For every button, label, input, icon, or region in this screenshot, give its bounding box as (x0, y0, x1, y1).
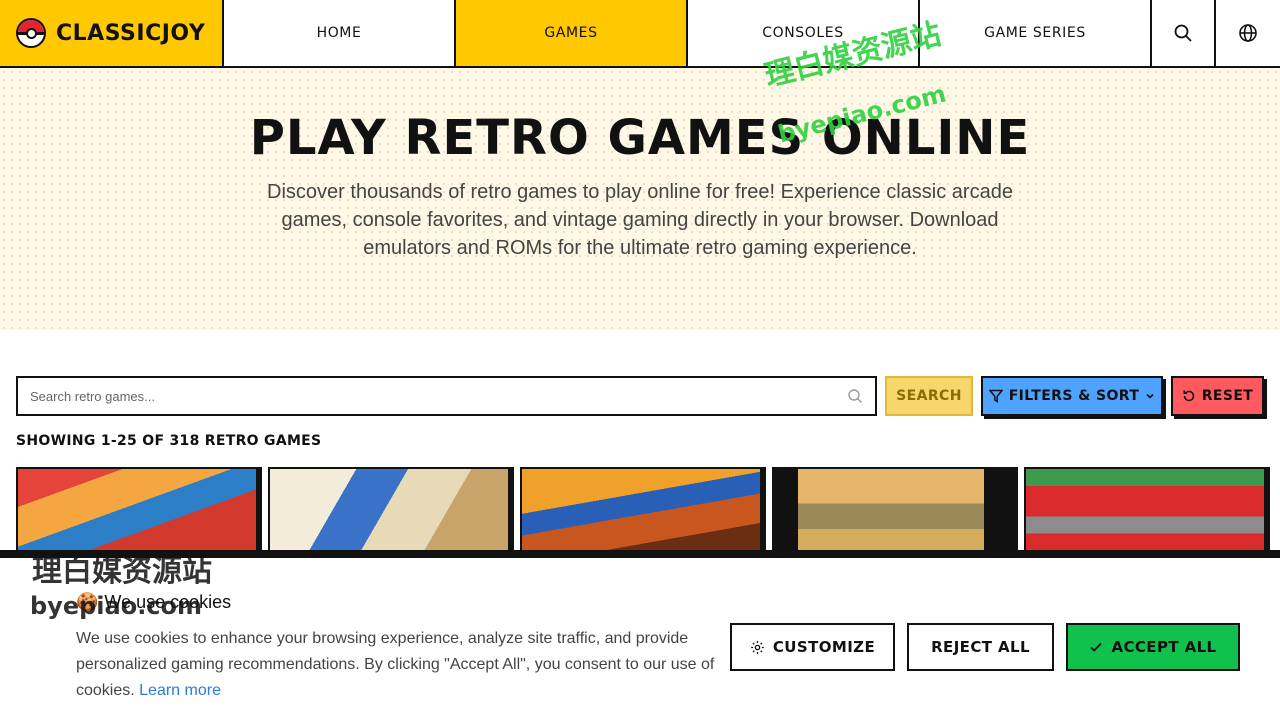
search-button-label: SEARCH (896, 388, 962, 404)
nav-games[interactable]: GAMES (456, 0, 688, 66)
cookie-title: 🍪 We use cookies (76, 592, 231, 613)
hero-section: PLAY RETRO GAMES ONLINE Discover thousan… (0, 68, 1280, 330)
site-logo[interactable]: CLASSICJOY (0, 0, 224, 66)
logo-text: CLASSICJOY (56, 20, 206, 46)
customize-label: CUSTOMIZE (772, 638, 876, 656)
search-icon (1174, 24, 1192, 42)
filter-icon (988, 389, 1003, 403)
reset-icon (1183, 390, 1194, 402)
game-cover-image (1026, 469, 1264, 555)
accept-all-label: ACCEPT ALL (1111, 638, 1217, 656)
filters-sort-label: FILTERS & SORT (1008, 388, 1140, 404)
gear-icon (751, 640, 764, 654)
game-card[interactable] (268, 467, 510, 557)
game-cover-image (270, 469, 508, 555)
reset-label: RESET (1201, 388, 1254, 404)
pokeball-logo-icon (16, 18, 46, 48)
filters-sort-button[interactable]: FILTERS & SORT (981, 376, 1163, 416)
game-card[interactable] (1024, 467, 1266, 557)
results-count: SHOWING 1-25 OF 318 RETRO GAMES (16, 433, 322, 449)
language-button[interactable] (1216, 0, 1280, 66)
cookie-icon: 🍪 (76, 592, 99, 612)
top-navbar: CLASSICJOY HOME GAMES CONSOLES GAME SERI… (0, 0, 1280, 68)
chevron-down-icon (1146, 393, 1154, 399)
check-icon (1090, 642, 1103, 652)
nav-consoles[interactable]: CONSOLES (688, 0, 920, 66)
cookie-title-text: We use cookies (104, 592, 232, 612)
accept-all-button[interactable]: ACCEPT ALL (1066, 623, 1240, 671)
game-cover-image (798, 469, 984, 555)
reject-all-label: REJECT ALL (931, 638, 1030, 656)
reset-button[interactable]: RESET (1171, 376, 1264, 416)
reject-all-button[interactable]: REJECT ALL (907, 623, 1054, 671)
game-card[interactable] (16, 467, 258, 557)
learn-more-link[interactable]: Learn more (139, 682, 221, 699)
cookie-description: We use cookies to enhance your browsing … (76, 626, 716, 704)
hero-description: Discover thousands of retro games to pla… (267, 181, 1013, 259)
game-card[interactable] (772, 467, 1014, 557)
cookie-banner: 🍪 We use cookies We use cookies to enhan… (0, 550, 1280, 720)
nav-game-series[interactable]: GAME SERIES (920, 0, 1152, 66)
search-input[interactable] (30, 388, 847, 404)
page-title: PLAY RETRO GAMES ONLINE (249, 110, 1031, 166)
game-cover-image (18, 469, 256, 555)
search-button[interactable]: SEARCH (885, 376, 973, 416)
header-search-button[interactable] (1152, 0, 1216, 66)
search-icon (848, 389, 862, 403)
globe-icon (1239, 24, 1257, 42)
customize-button[interactable]: CUSTOMIZE (730, 623, 895, 671)
game-cover-image (522, 469, 760, 555)
game-card[interactable] (520, 467, 762, 557)
nav-home[interactable]: HOME (224, 0, 456, 66)
search-field-container (16, 376, 877, 416)
